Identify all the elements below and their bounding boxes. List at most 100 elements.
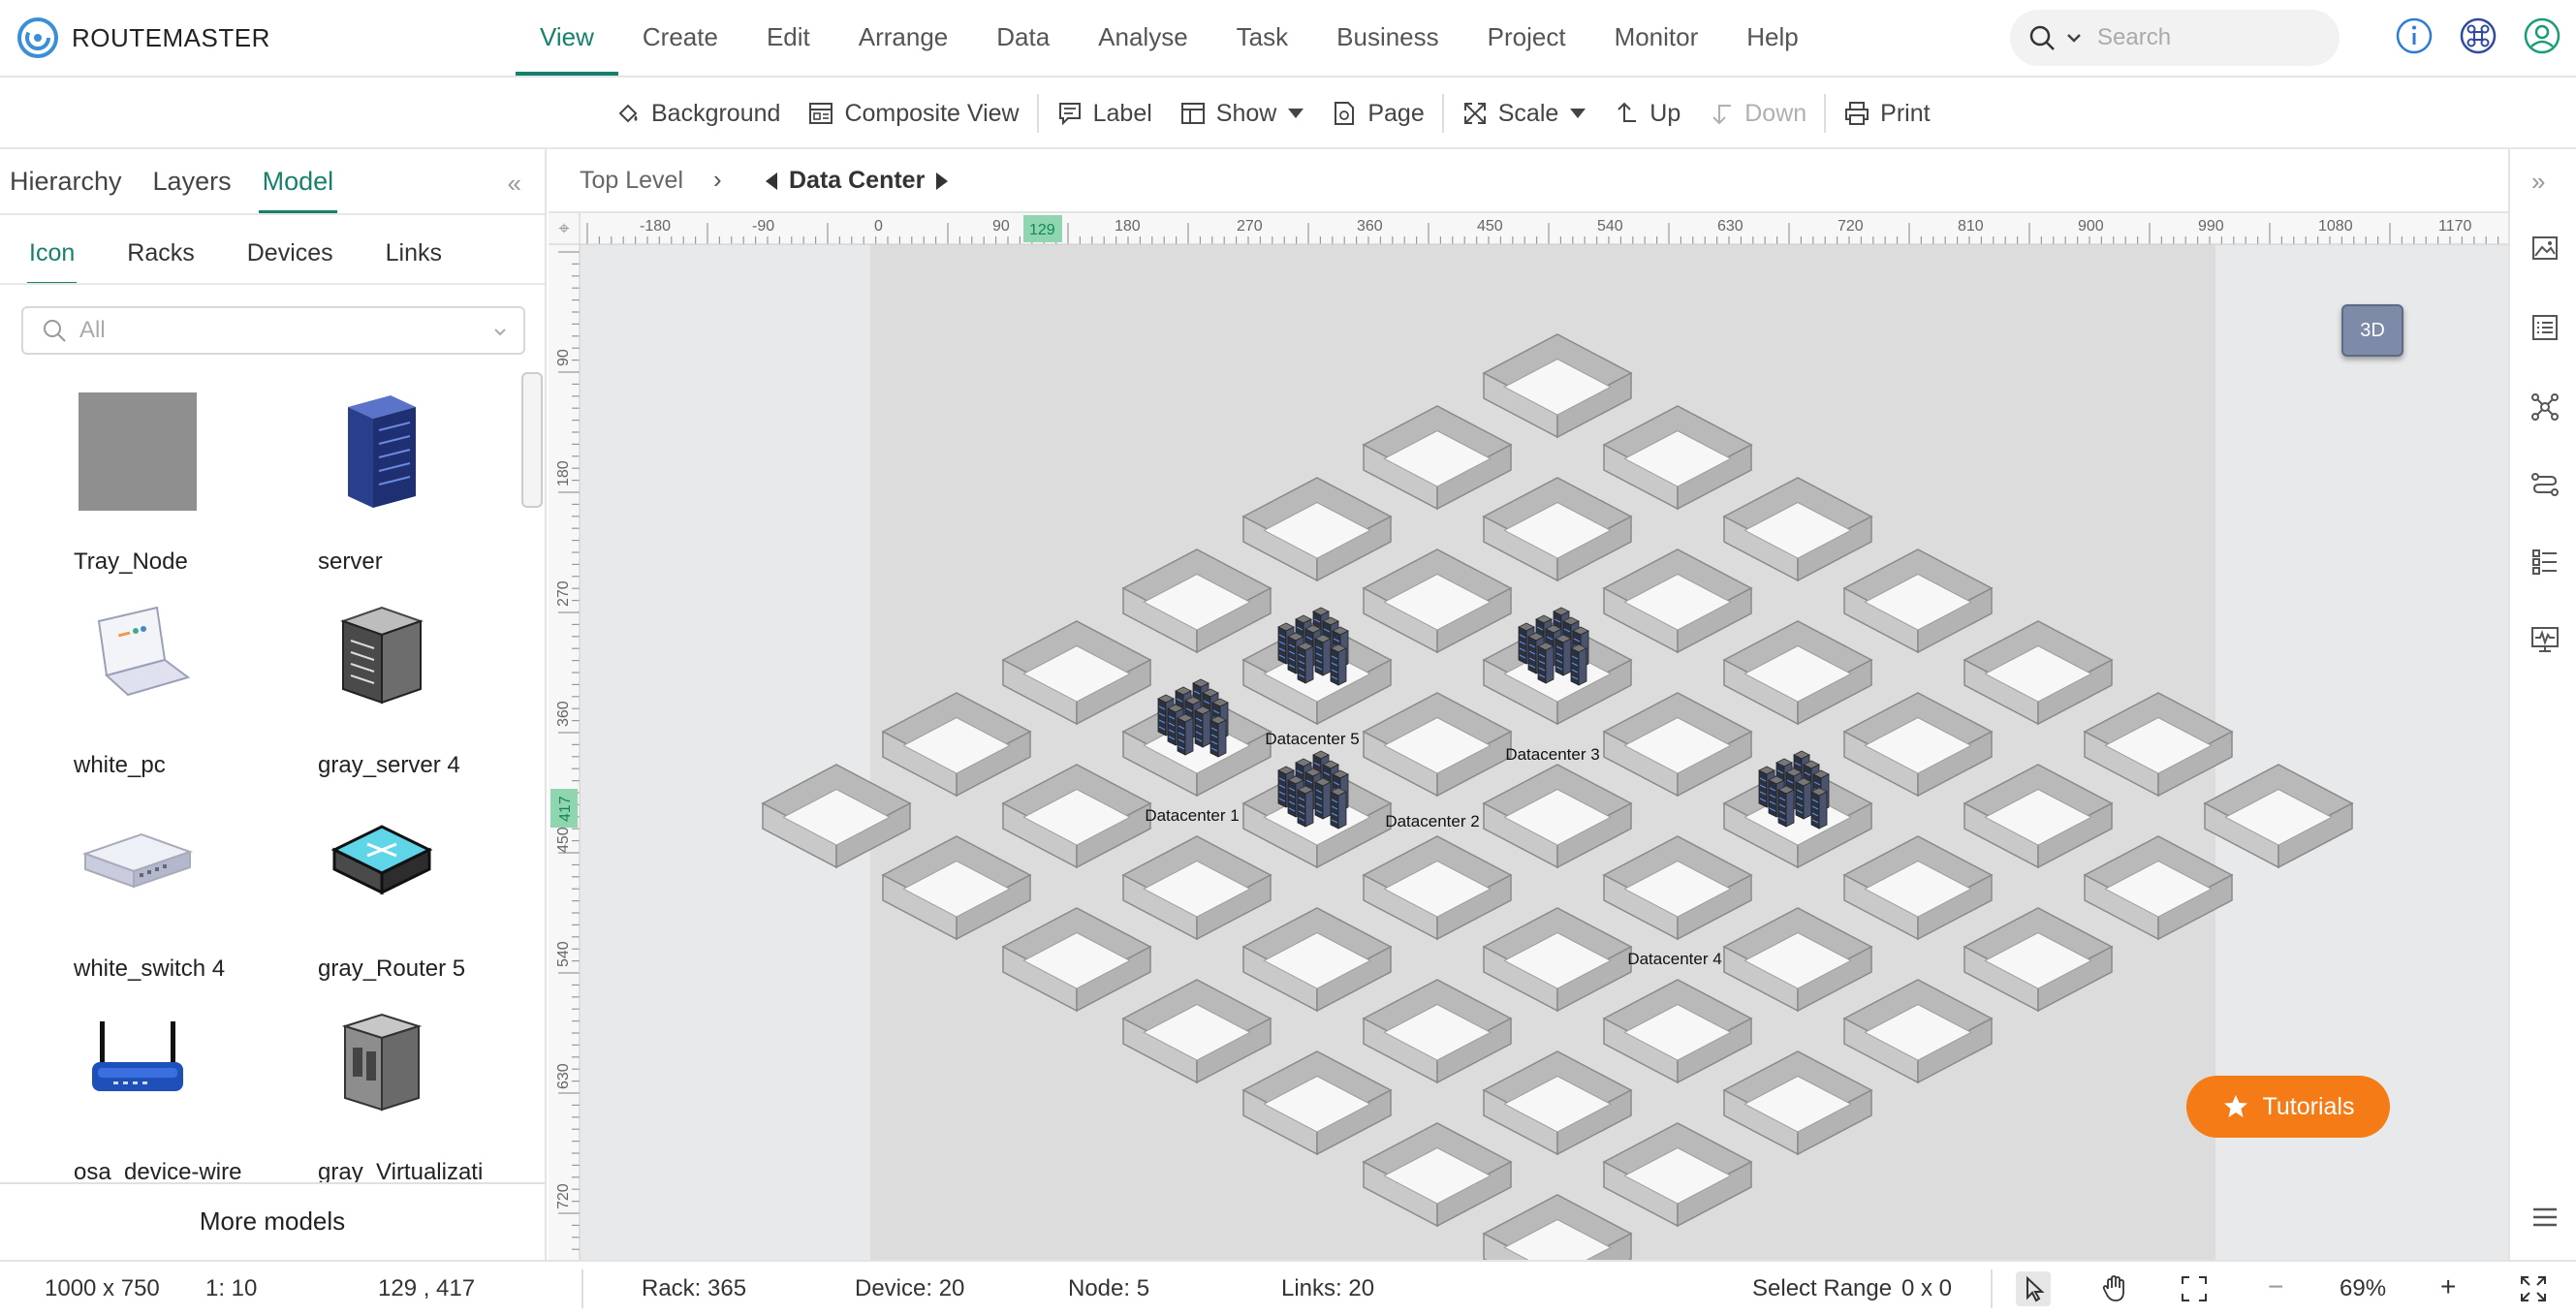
server-rack[interactable] — [1194, 705, 1211, 748]
zoom-in-button[interactable]: + — [2440, 1271, 2456, 1302]
server-rack[interactable] — [1297, 642, 1314, 684]
server-rack[interactable] — [1777, 785, 1795, 828]
menu-business[interactable]: Business — [1312, 0, 1463, 76]
server-rack[interactable] — [1555, 634, 1572, 676]
menu-analyse[interactable]: Analyse — [1074, 0, 1212, 76]
background-button[interactable]: Background — [601, 78, 794, 149]
scale-dropdown[interactable]: Scale — [1448, 78, 1600, 149]
menu-help[interactable]: Help — [1722, 0, 1822, 76]
datacenter-label[interactable]: Datacenter 1 — [1145, 806, 1239, 825]
info-icon[interactable] — [2394, 16, 2435, 56]
checklist-icon[interactable] — [2529, 547, 2560, 578]
fullscreen-icon[interactable] — [2516, 1271, 2551, 1306]
model-item-gray-server-4[interactable]: gray_server 4 — [258, 578, 500, 778]
label-button[interactable]: Label — [1043, 78, 1166, 149]
subtab-devices[interactable]: Devices — [247, 231, 333, 279]
server-rack[interactable] — [1330, 787, 1347, 830]
subtab-icon[interactable]: Icon — [26, 231, 78, 285]
menu-task[interactable]: Task — [1212, 0, 1312, 76]
search-icon — [2029, 25, 2055, 50]
composite-view-button[interactable]: Composite View — [794, 78, 1032, 149]
server-rack[interactable] — [1314, 634, 1332, 676]
chevron-down-icon[interactable] — [2064, 28, 2084, 47]
model-item-white-switch-4[interactable]: white_switch 4 — [14, 781, 256, 982]
network-icon[interactable] — [2529, 392, 2560, 423]
datacenter-label[interactable]: Datacenter 4 — [1627, 950, 1721, 968]
breadcrumb-top-level[interactable]: Top Level — [580, 167, 683, 195]
pointer-tool-icon[interactable] — [2016, 1271, 2051, 1306]
more-models-button[interactable]: More models — [0, 1182, 545, 1260]
subtab-racks[interactable]: Racks — [127, 231, 194, 279]
model-item-white-pc[interactable]: white_pc — [14, 578, 256, 778]
model-label: gray_Router 5 — [318, 956, 466, 982]
datacenter-label[interactable]: Datacenter 2 — [1385, 812, 1479, 830]
server-rack[interactable] — [1810, 787, 1828, 830]
route-icon[interactable] — [2529, 469, 2560, 500]
search-input[interactable]: Search — [2010, 10, 2340, 66]
menu-create[interactable]: Create — [618, 0, 742, 76]
print-button[interactable]: Print — [1830, 78, 1943, 149]
image-icon[interactable] — [2529, 233, 2560, 264]
hamburger-menu-icon[interactable] — [2529, 1202, 2560, 1233]
menu-project[interactable]: Project — [1463, 0, 1590, 76]
label-label: Label — [1092, 99, 1152, 127]
datacenter-label[interactable]: Datacenter 5 — [1265, 730, 1359, 748]
app-logo[interactable]: ROUTEMASTER — [16, 16, 270, 60]
double-chevron-right-icon[interactable]: » — [2531, 167, 2545, 197]
h-ruler-label: 1080 — [2318, 218, 2353, 235]
menu-view[interactable]: View — [516, 0, 618, 76]
server-rack[interactable] — [1537, 642, 1555, 684]
print-label: Print — [1880, 99, 1931, 127]
menu-data[interactable]: Data — [972, 0, 1074, 76]
down-button[interactable]: Down — [1694, 78, 1820, 149]
v-ruler-marker-label: 417 — [557, 796, 574, 822]
fit-to-screen-icon[interactable] — [2177, 1271, 2212, 1306]
model-item-gray-virtualization[interactable]: gray_Virtualizati — [258, 985, 500, 1185]
double-chevron-left-icon[interactable]: « — [508, 169, 521, 199]
server-rack[interactable] — [1314, 777, 1332, 820]
scale-ratio: 1: 10 — [205, 1275, 258, 1301]
server-rack[interactable] — [1795, 777, 1812, 820]
page-size: 1000 x 750 — [45, 1275, 160, 1301]
up-button[interactable]: Up — [1599, 78, 1694, 149]
model-item-osa-device-wire[interactable]: osa_device-wire — [14, 985, 256, 1185]
list-icon[interactable] — [2529, 312, 2560, 343]
menu-edit[interactable]: Edit — [742, 0, 834, 76]
model-item-server[interactable]: server — [258, 374, 500, 575]
model-item-gray-router-5[interactable]: gray_Router 5 — [258, 781, 500, 982]
command-icon[interactable] — [2458, 16, 2498, 56]
tab-layers[interactable]: Layers — [153, 149, 232, 213]
tray-node-icon — [60, 374, 215, 529]
show-dropdown[interactable]: Show — [1166, 78, 1318, 149]
zoom-out-button[interactable]: − — [2268, 1271, 2283, 1302]
page-button[interactable]: Page — [1317, 78, 1437, 149]
top-icon-group — [2394, 16, 2562, 56]
star-icon — [2223, 1095, 2247, 1117]
breadcrumb-current[interactable]: Data Center — [766, 167, 949, 195]
datacenter-label[interactable]: Datacenter 3 — [1505, 745, 1599, 764]
top-bar: ROUTEMASTER View Create Edit Arrange Dat… — [0, 0, 2576, 78]
tab-hierarchy[interactable]: Hierarchy — [10, 149, 122, 213]
server-rack[interactable] — [1570, 643, 1587, 686]
tab-model[interactable]: Model — [258, 149, 337, 213]
tutorials-button[interactable]: Tutorials — [2186, 1076, 2390, 1138]
hand-pan-icon[interactable] — [2097, 1271, 2132, 1306]
model-filter-select[interactable]: All — [21, 306, 525, 355]
subtab-links[interactable]: Links — [386, 231, 442, 279]
user-icon[interactable] — [2522, 16, 2562, 56]
server-rack[interactable] — [1209, 715, 1227, 758]
3d-view-button[interactable]: 3D — [2341, 304, 2403, 357]
model-item-tray-node[interactable]: Tray_Node — [14, 374, 256, 575]
monitor-pulse-icon[interactable] — [2529, 624, 2560, 655]
menu-arrange[interactable]: Arrange — [834, 0, 973, 76]
switch-icon — [60, 781, 215, 936]
server-rack[interactable] — [1330, 643, 1347, 686]
server-rack[interactable] — [1177, 713, 1194, 756]
panel-scrollbar[interactable] — [521, 372, 543, 508]
prev-triangle-icon[interactable] — [766, 172, 777, 190]
h-ruler-label: 900 — [2078, 218, 2104, 235]
menu-monitor[interactable]: Monitor — [1590, 0, 1723, 76]
paint-bucket-icon — [618, 104, 638, 123]
server-rack[interactable] — [1297, 785, 1314, 828]
next-triangle-icon[interactable] — [936, 172, 949, 190]
